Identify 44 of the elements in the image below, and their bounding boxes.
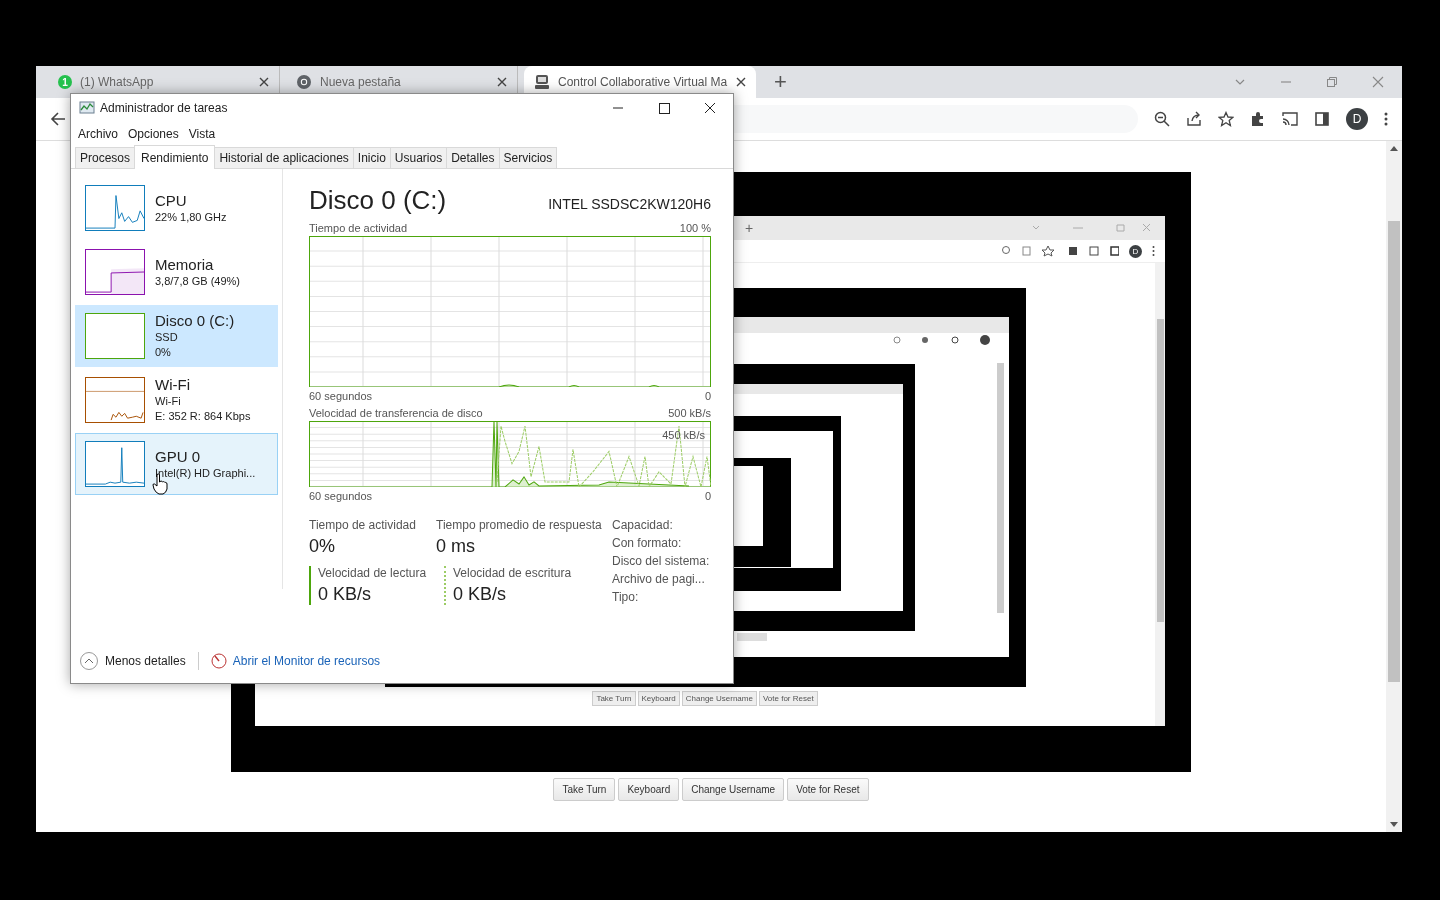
- resource-name: Memoria: [155, 255, 215, 274]
- remote-button: Take Turn: [592, 691, 636, 706]
- resource-detail: 22% 1,80 GHz: [155, 209, 227, 225]
- remote-button: Change Username: [681, 691, 757, 706]
- window-title: Administrador de tareas: [100, 100, 228, 115]
- new-tab-symbol: +: [745, 221, 754, 235]
- property-label: Disco del sistema:: [612, 554, 710, 569]
- notification-badge: 1: [58, 75, 72, 89]
- resource-detail: E: 352 R: 864 Kbps: [155, 409, 251, 424]
- resource-name: GPU 0: [155, 447, 201, 466]
- property-label: Tipo:: [612, 590, 640, 605]
- graph-label: Velocidad de transferencia de disco: [309, 406, 483, 419]
- resource-detail: 3,8/7,8 GB (49%): [155, 273, 240, 289]
- stat-value: 0%: [309, 536, 336, 557]
- graph-min-label: 0: [704, 489, 711, 502]
- resource-detail: 0%: [155, 345, 172, 360]
- graph-label: Tiempo de actividad: [309, 221, 408, 234]
- graph-max-label: 500 kB/s: [668, 406, 711, 419]
- stat-label: Velocidad de escritura: [453, 565, 573, 580]
- stat-value: 0 ms: [436, 536, 476, 557]
- stat-label: Velocidad de lectura: [318, 565, 428, 580]
- property-label: Con formato:: [612, 536, 683, 551]
- resource-name: Wi-Fi: [155, 376, 191, 394]
- detail-title: Disco 0 (C:): [309, 185, 447, 216]
- graph-min-label: 0: [704, 389, 711, 402]
- resource-detail: Intel(R) HD Graphi...: [155, 465, 256, 481]
- property-label: Capacidad:: [612, 518, 674, 533]
- resource-detail: Wi-Fi: [155, 394, 182, 409]
- resource-detail: SSD: [155, 330, 179, 345]
- stat-label: Tiempo promedio de respuesta: [436, 518, 603, 532]
- remote-button: Vote for Reset: [758, 691, 818, 706]
- stat-value: 0 KB/s: [453, 583, 508, 605]
- graph-marker-label: 450 kB/s: [662, 429, 705, 441]
- graph-max-label: 100 %: [679, 221, 711, 234]
- resource-name: Disco 0 (C:): [155, 312, 235, 330]
- remote-button: Keyboard: [637, 691, 680, 706]
- property-label: Archivo de pagi...: [612, 572, 706, 587]
- time-axis-label: 60 segundos: [309, 389, 372, 402]
- profile-avatar: D: [1129, 244, 1142, 258]
- resource-name: CPU: [155, 191, 188, 210]
- time-axis-label: 60 segundos: [309, 489, 372, 502]
- stat-label: Tiempo de actividad: [309, 518, 417, 532]
- stat-value: 0 KB/s: [318, 583, 373, 605]
- disk-model: INTEL SSDSC2KW120H6: [548, 196, 711, 212]
